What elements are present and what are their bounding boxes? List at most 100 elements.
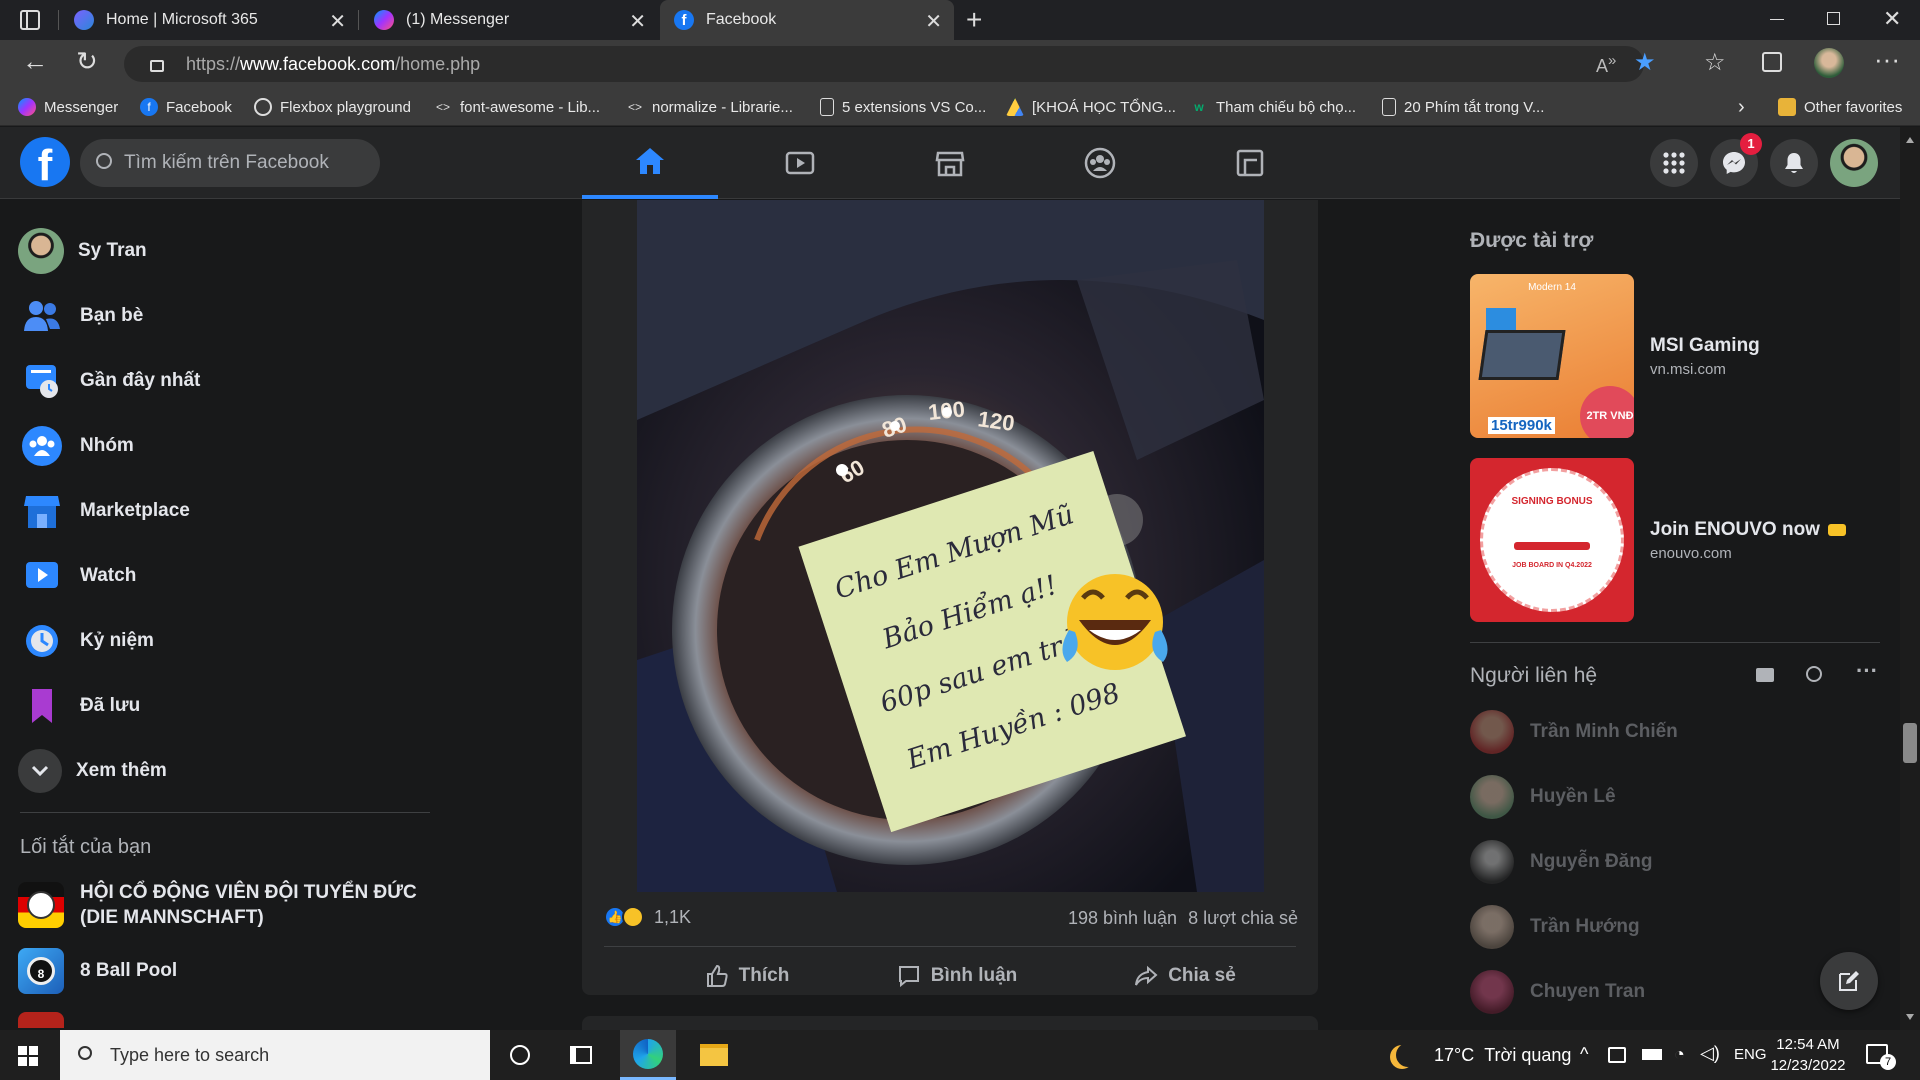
close-icon[interactable]: ✕	[629, 9, 646, 34]
fav-vscode-extensions[interactable]: 5 extensions VS Co...	[820, 88, 986, 126]
tab-gaming[interactable]	[1182, 127, 1318, 199]
notifications-button[interactable]	[1770, 139, 1818, 187]
favorites-overflow-icon[interactable]: ›	[1738, 88, 1745, 126]
restore-button[interactable]	[1827, 12, 1840, 25]
fav-vscode-shortcuts[interactable]: 20 Phím tắt trong V...	[1382, 88, 1544, 126]
fav-w3-selectors[interactable]: w Tham chiếu bộ chọ...	[1190, 88, 1356, 126]
new-room-video-icon[interactable]	[1756, 668, 1774, 682]
url-field[interactable]: https://www.facebook.com/home.php A» ★	[124, 46, 1656, 82]
sidebar-item-profile[interactable]: Sy Tran	[18, 221, 147, 281]
close-window-button[interactable]: ✕	[1883, 6, 1901, 32]
ad-title: Join ENOUVO now	[1650, 518, 1820, 540]
new-tab-button[interactable]: +	[966, 4, 982, 36]
groups-icon	[1084, 147, 1116, 179]
contacts-options-icon[interactable]: ···	[1856, 658, 1878, 684]
saved-icon	[18, 682, 66, 730]
taskbar-search-box[interactable]: Type here to search	[60, 1030, 490, 1080]
tab-watch[interactable]	[732, 127, 868, 199]
shortcut-item[interactable]: HỘI CỔ ĐỘNG VIÊN ĐỘI TUYỂN ĐỨC (DIE MANN…	[18, 880, 438, 930]
comment-button[interactable]: Bình luận	[882, 956, 1032, 996]
back-icon[interactable]: ←	[22, 46, 48, 77]
sidebar-item-memories[interactable]: Kỷ niệm	[18, 611, 154, 671]
more-menu-icon[interactable]: ···	[1874, 44, 1900, 75]
fav-other-favorites[interactable]: Other favorites	[1778, 88, 1902, 126]
favorites-icon[interactable]: ☆	[1704, 48, 1726, 77]
ad-msi[interactable]: Modern 14 15tr990k 2TR VNĐ MSI Gaming vn…	[1470, 274, 1760, 438]
tab-groups[interactable]	[1032, 127, 1168, 199]
sidebar-item-watch[interactable]: Watch	[18, 546, 136, 606]
reactions-summary[interactable]: 👍 1,1K	[604, 906, 691, 928]
tab-messenger[interactable]: (1) Messenger ✕	[360, 0, 658, 40]
battery-icon[interactable]	[1642, 1049, 1662, 1060]
collections-icon[interactable]	[1762, 52, 1782, 72]
clock-time: 12:54 AM	[1776, 1036, 1840, 1053]
sponsored-title: Được tài trợ	[1470, 229, 1594, 252]
tab-home[interactable]	[582, 127, 718, 199]
minimize-button[interactable]	[1770, 19, 1784, 20]
meet-now-icon[interactable]	[1608, 1047, 1626, 1063]
action-center-button[interactable]: 7	[1866, 1044, 1896, 1070]
share-count[interactable]: 8 lượt chia sẻ	[1188, 908, 1298, 928]
sidebar-item-friends[interactable]: Bạn bè	[18, 286, 143, 346]
start-button[interactable]	[18, 1046, 38, 1066]
read-aloud-icon[interactable]: A»	[1596, 52, 1616, 77]
tab-actions-icon[interactable]	[20, 10, 40, 30]
like-button[interactable]: Thích	[672, 956, 822, 996]
fav-messenger[interactable]: Messenger	[18, 88, 118, 126]
contact-item[interactable]: Chuyen Tran	[1470, 966, 1645, 1018]
scroll-down-arrow[interactable]	[1906, 1014, 1914, 1020]
close-icon[interactable]: ✕	[925, 9, 942, 34]
contact-item[interactable]: Trần Minh Chiến	[1470, 706, 1678, 758]
tab-microsoft-365[interactable]: Home | Microsoft 365 ✕	[60, 0, 358, 40]
facebook-logo[interactable]: f	[20, 137, 70, 190]
notification-badge: 1	[1740, 133, 1762, 155]
fav-flexbox[interactable]: Flexbox playground	[254, 88, 411, 126]
contact-item[interactable]: Nguyễn Đăng	[1470, 836, 1652, 888]
share-icon	[1135, 965, 1158, 986]
messenger-icon	[374, 10, 394, 30]
facebook-search-input[interactable]: Tìm kiếm trên Facebook	[80, 139, 380, 187]
input-language[interactable]: ENG	[1734, 1046, 1767, 1063]
favorite-star-icon[interactable]: ★	[1634, 48, 1656, 77]
scroll-up-arrow[interactable]	[1906, 137, 1914, 143]
contact-item[interactable]: Huyền Lê	[1470, 771, 1616, 823]
taskbar-file-explorer[interactable]	[686, 1030, 742, 1080]
cortana-icon[interactable]	[510, 1045, 530, 1065]
close-icon[interactable]: ✕	[329, 9, 346, 34]
account-avatar[interactable]	[1830, 139, 1878, 187]
memories-icon	[18, 617, 66, 665]
taskbar-edge[interactable]	[620, 1030, 676, 1080]
sidebar-item-saved[interactable]: Đã lưu	[18, 676, 140, 736]
sidebar-item-recent[interactable]: Gần đây nhất	[18, 351, 200, 411]
profile-avatar[interactable]	[1814, 48, 1844, 78]
fav-facebook[interactable]: f Facebook	[140, 88, 232, 126]
facebook-icon: f	[140, 98, 158, 116]
new-message-button[interactable]	[1820, 952, 1878, 1010]
page-scrollbar[interactable]	[1900, 127, 1920, 1030]
volume-icon[interactable]: ◁)	[1700, 1043, 1720, 1064]
scrollbar-thumb[interactable]	[1903, 723, 1917, 763]
tray-overflow-icon[interactable]: ^	[1580, 1044, 1588, 1065]
share-button[interactable]: Chia sẻ	[1110, 956, 1260, 996]
wifi-icon[interactable]: ◔	[1674, 1044, 1685, 1065]
contact-item[interactable]: Trần Hướng	[1470, 901, 1640, 953]
clock[interactable]: 12:54 AM 12/23/2022	[1764, 1034, 1852, 1076]
weather-widget[interactable]: 17°C Trời quang	[1388, 1030, 1571, 1080]
refresh-icon[interactable]: ↻	[76, 46, 98, 77]
ad-enouvo[interactable]: SIGNING BONUS JOB BOARD IN Q4.2022 Join …	[1470, 458, 1846, 622]
menu-button[interactable]	[1650, 139, 1698, 187]
comment-count[interactable]: 198 bình luận	[1068, 908, 1177, 928]
sidebar-item-see-more[interactable]: Xem thêm	[18, 741, 167, 801]
shortcut-item[interactable]: 8 8 Ball Pool	[18, 948, 177, 994]
fav-normalize[interactable]: <> normalize - Librarie...	[626, 88, 793, 126]
contacts-search-icon[interactable]	[1806, 666, 1822, 682]
post-photo[interactable]: 60 80 100 120 2 Cho Em Mượn Mũ Bảo Hiểm …	[637, 200, 1264, 892]
tab-facebook[interactable]: f Facebook ✕	[660, 0, 954, 40]
tab-marketplace[interactable]	[882, 127, 1018, 199]
fav-font-awesome[interactable]: <> font-awesome - Lib...	[434, 88, 600, 126]
task-view-icon[interactable]	[570, 1046, 592, 1064]
sidebar-item-groups[interactable]: Nhóm	[18, 416, 134, 476]
sidebar-item-marketplace[interactable]: Marketplace	[18, 481, 190, 541]
messenger-button[interactable]: 1	[1710, 133, 1762, 187]
fav-khoa-hoc[interactable]: [KHOÁ HỌC TỔNG...	[1006, 88, 1176, 126]
